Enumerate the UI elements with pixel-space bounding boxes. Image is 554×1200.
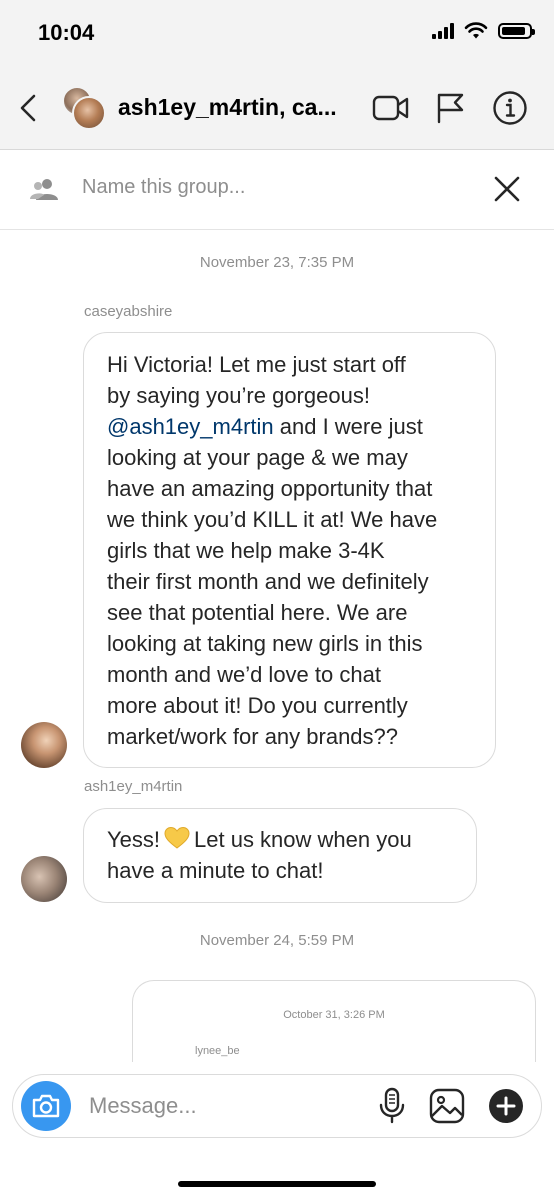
- cellular-signal-icon: [432, 23, 454, 39]
- message-bubble[interactable]: Yess! Let us know when you have a minute …: [83, 808, 477, 903]
- message-line: their first month and we definitely: [107, 569, 429, 594]
- wifi-icon: [464, 22, 488, 39]
- message-line: Yess! Let us know when you: [107, 824, 456, 855]
- shared-timestamp: October 31, 3:26 PM: [283, 1009, 385, 1021]
- message-line: market/work for any brands??: [107, 724, 399, 749]
- group-name-row: [0, 150, 554, 230]
- camera-icon: [32, 1094, 60, 1118]
- group-name-input[interactable]: [82, 176, 462, 199]
- message-line: have a minute to chat!: [107, 858, 324, 883]
- status-icons: [432, 22, 535, 40]
- gallery-icon[interactable]: [429, 1088, 465, 1124]
- close-icon[interactable]: [494, 176, 520, 202]
- shared-message-card[interactable]: October 31, 3:26 PM lynee_be: [132, 980, 536, 1070]
- avatar[interactable]: [21, 722, 67, 768]
- report-flag-icon[interactable]: [436, 92, 466, 124]
- clock: 10:04: [38, 20, 95, 45]
- battery-icon: [498, 23, 535, 39]
- info-icon[interactable]: [492, 90, 528, 126]
- microphone-icon[interactable]: [377, 1087, 407, 1125]
- message-composer: [12, 1074, 542, 1138]
- message-line: looking at taking new girls in this: [107, 631, 423, 656]
- message-input[interactable]: [89, 1093, 349, 1119]
- message-timestamp: November 24, 5:59 PM: [199, 932, 355, 949]
- message-line: by saying you’re gorgeous!: [107, 383, 370, 408]
- message-line: we think you’d KILL it at! We have: [107, 507, 438, 532]
- back-chevron-icon[interactable]: [14, 88, 42, 128]
- conversation-header: ash1ey_m4rtin, ca...: [0, 70, 554, 150]
- message-line: have an amazing opportunity that: [107, 476, 433, 501]
- yellow-heart-emoji-icon: [164, 826, 190, 849]
- conversation-title[interactable]: ash1ey_m4rtin, ca...: [118, 94, 337, 121]
- message-line: more about it! Do you currently: [107, 693, 408, 718]
- message-text: Let us know when you: [194, 827, 412, 852]
- message-text: and I were just: [273, 414, 423, 439]
- avatar[interactable]: [21, 856, 67, 902]
- sender-name: ash1ey_m4rtin: [84, 778, 183, 795]
- mention-link[interactable]: @ash1ey_m4rtin: [107, 414, 274, 439]
- shared-sender: lynee_be: [195, 1045, 240, 1057]
- group-people-icon: [30, 179, 58, 200]
- message-line: girls that we help make 3-4K: [107, 538, 385, 563]
- message-line: see that potential here. We are: [107, 600, 408, 625]
- avatar: [72, 96, 106, 130]
- message-timestamp: November 23, 7:35 PM: [199, 254, 355, 271]
- add-plus-icon[interactable]: [489, 1089, 523, 1123]
- message-line: month and we’d love to chat: [107, 662, 381, 687]
- status-bar: 10:04: [0, 0, 554, 70]
- message-line: @ash1ey_m4rtin and I were just: [107, 411, 475, 442]
- sender-name: caseyabshire: [84, 303, 173, 320]
- camera-button[interactable]: [21, 1081, 71, 1131]
- message-line: Hi Victoria! Let me just start off: [107, 352, 406, 377]
- message-text: Yess!: [107, 827, 161, 852]
- group-avatars[interactable]: [62, 86, 106, 130]
- battery-level: [502, 27, 526, 35]
- video-call-icon[interactable]: [372, 94, 410, 122]
- message-bubble[interactable]: Hi Victoria! Let me just start off by sa…: [83, 332, 496, 768]
- message-line: looking at your page & we may: [107, 445, 408, 470]
- home-indicator: [178, 1181, 376, 1187]
